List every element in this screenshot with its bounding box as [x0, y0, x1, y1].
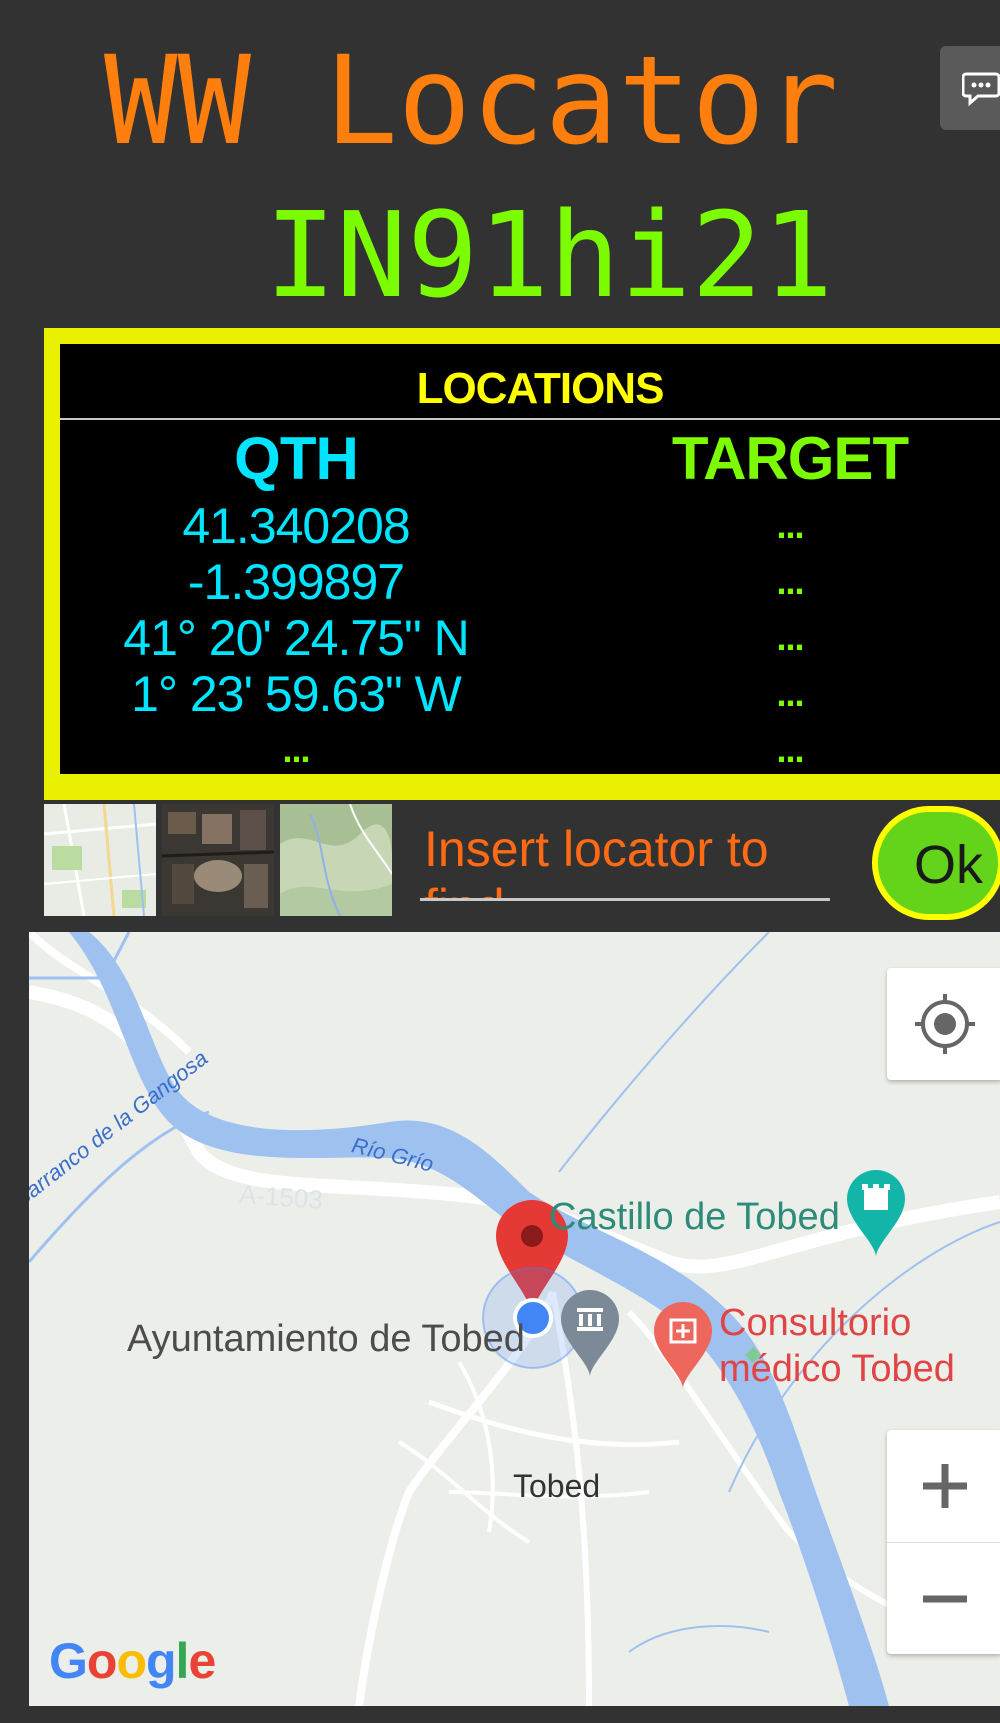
locator-code: IN91hi21 [265, 186, 834, 324]
map-label-castle[interactable]: Castillo de Tobed [549, 1196, 840, 1239]
chat-button[interactable] [940, 46, 1000, 130]
locations-header: LOCATIONS [60, 344, 1000, 420]
target-latitude: ... [776, 505, 804, 546]
qth-latitude: 41.340208 [182, 498, 410, 554]
bottom-strip [0, 1706, 1000, 1723]
locations-panel: LOCATIONS QTH 41.340208 -1.399897 41° 20… [44, 328, 1000, 800]
target-longitude-dms: ... [776, 673, 804, 714]
map-label-clinic-line2: médico Tobed [719, 1348, 955, 1390]
zoom-out-button[interactable] [887, 1543, 1000, 1655]
my-location-button[interactable] [887, 968, 1000, 1080]
map-label-road: A-1503 [238, 1179, 324, 1215]
google-logo: Google [49, 1633, 216, 1689]
qth-heading: QTH [234, 425, 359, 492]
qth-column: QTH 41.340208 -1.399897 41° 20' 24.75" N… [96, 420, 496, 778]
target-heading: TARGET [671, 425, 909, 492]
app-screen: WW Locator IN91hi21 LOCATIONS QTH 41.340… [0, 0, 1000, 1723]
map-label-town: Tobed [513, 1468, 601, 1504]
locator-search-input[interactable]: Insert locator to find [420, 818, 830, 901]
map-label-town-hall[interactable]: Ayuntamiento de Tobed [127, 1318, 525, 1361]
qth-extra: ... [282, 729, 310, 770]
map-layer-roadmap-button[interactable] [44, 804, 156, 916]
qth-longitude-dms: 1° 23' 59.63" W [131, 666, 462, 722]
map-view[interactable]: Río Grío Barranco de la Gangosa A-1503 C… [29, 932, 1000, 1706]
map-layer-terrain-button[interactable] [280, 804, 392, 916]
map-layer-satellite-button[interactable] [162, 804, 274, 916]
locations-table: LOCATIONS QTH 41.340208 -1.399897 41° 20… [60, 344, 1000, 774]
qth-longitude: -1.399897 [187, 554, 405, 610]
map-label-clinic[interactable]: Consultorio médico Tobed [719, 1300, 955, 1392]
zoom-in-button[interactable] [887, 1430, 1000, 1542]
ok-button[interactable]: Ok [872, 806, 1000, 920]
map-label-clinic-line1: Consultorio [719, 1302, 912, 1344]
target-latitude-dms: ... [776, 617, 804, 658]
zoom-control [887, 1430, 1000, 1654]
target-extra: ... [776, 729, 804, 770]
qth-latitude-dms: 41° 20' 24.75" N [123, 610, 469, 666]
target-longitude: ... [776, 561, 804, 602]
locator-input-placeholder: Insert locator to find [424, 821, 769, 898]
app-title: WW Locator [104, 30, 839, 172]
target-column: TARGET ... ... ... ... ... [660, 420, 920, 778]
